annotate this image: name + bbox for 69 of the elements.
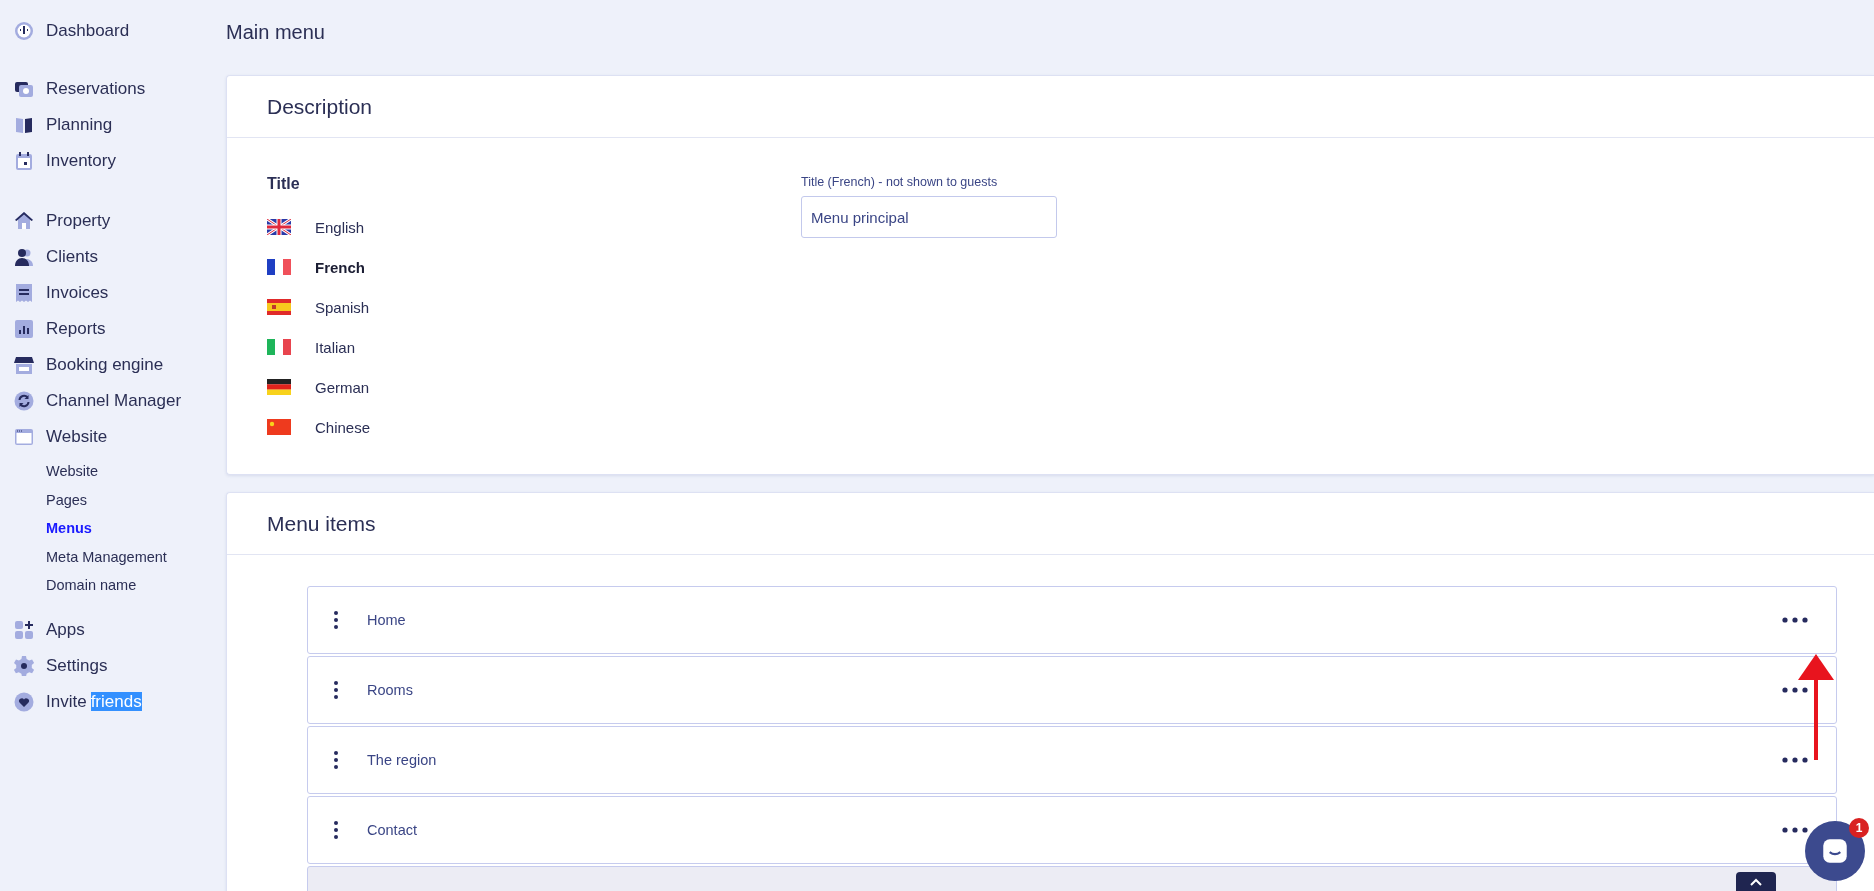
language-option[interactable]: German xyxy=(267,367,801,407)
submenu-item[interactable]: Website xyxy=(46,457,226,486)
language-option[interactable]: Italian xyxy=(267,327,801,367)
more-options-icon[interactable] xyxy=(1782,757,1808,763)
gear-icon xyxy=(14,655,34,676)
book-icon xyxy=(14,115,34,135)
submenu-item[interactable]: Pages xyxy=(46,485,226,514)
calendar-icon xyxy=(14,151,34,171)
sidebar-item[interactable]: Invoices xyxy=(14,275,226,311)
page-title: Main menu xyxy=(226,21,326,44)
sidebar-item[interactable]: Reservations xyxy=(14,71,226,107)
submenu-item[interactable]: Meta Management xyxy=(46,542,226,571)
language-option[interactable]: French xyxy=(267,247,801,287)
sidebar-item[interactable]: Property xyxy=(14,203,226,239)
china-flag-icon xyxy=(267,419,291,435)
title-input[interactable]: Menu principal xyxy=(801,196,1057,238)
sidebar-item[interactable]: Channel Manager xyxy=(14,383,226,419)
browser-icon xyxy=(14,427,34,447)
sidebar-item[interactable]: Planning xyxy=(14,107,226,143)
store-icon xyxy=(14,355,34,375)
receipt-icon xyxy=(14,283,34,303)
drag-handle-icon[interactable] xyxy=(333,750,339,770)
sidebar-item[interactable]: Booking engine xyxy=(14,347,226,383)
dashboard-icon xyxy=(14,21,34,41)
menu-item-row[interactable]: Rooms xyxy=(307,656,1837,724)
menu-item-label: Home xyxy=(367,612,407,628)
france-flag-icon xyxy=(267,259,291,275)
drag-handle-icon[interactable] xyxy=(333,820,339,840)
chart-icon xyxy=(14,319,34,339)
apps-icon xyxy=(14,619,34,640)
more-options-icon[interactable] xyxy=(1782,687,1808,693)
menu-item-label: The region xyxy=(367,752,438,768)
field-label: Title (French) - not shown to guests xyxy=(801,175,999,189)
people-icon xyxy=(14,247,34,267)
spain-flag-icon xyxy=(267,299,291,315)
drag-handle-icon[interactable] xyxy=(333,610,339,630)
title-label: Title xyxy=(267,175,301,194)
camera-icon xyxy=(14,79,34,99)
uk-flag-icon xyxy=(267,219,291,235)
submenu-item[interactable]: Menus xyxy=(46,514,226,543)
more-options-icon[interactable] xyxy=(1782,617,1808,623)
sync-icon xyxy=(14,391,34,411)
card-title: Description xyxy=(267,94,373,119)
menu-item-label: Contact xyxy=(367,822,418,838)
language-option[interactable]: Chinese xyxy=(267,407,801,447)
sidebar-item[interactable]: Settings xyxy=(14,647,226,684)
text-selection: friends xyxy=(90,691,142,711)
sidebar-item[interactable]: Invite friends xyxy=(14,683,226,720)
sidebar-item[interactable]: Reports xyxy=(14,311,226,347)
chevron-up-icon xyxy=(1750,878,1762,886)
sidebar-item[interactable]: Apps xyxy=(14,611,226,648)
submenu-item[interactable]: Domain name xyxy=(46,571,226,600)
sidebar-item[interactable]: Website xyxy=(14,419,226,455)
drag-handle-icon[interactable] xyxy=(333,680,339,700)
germany-flag-icon xyxy=(267,379,291,395)
menu-item-row[interactable]: Contact xyxy=(307,796,1837,864)
italy-flag-icon xyxy=(267,339,291,355)
scroll-top-button[interactable] xyxy=(1736,872,1776,891)
language-option[interactable]: English xyxy=(267,207,801,247)
menu-item-label: Rooms xyxy=(367,682,414,698)
house-icon xyxy=(14,211,34,231)
card-title: Menu items xyxy=(267,511,376,536)
more-options-icon[interactable] xyxy=(1782,827,1808,833)
sidebar-item[interactable]: Inventory xyxy=(14,143,226,179)
sidebar-item[interactable]: Clients xyxy=(14,239,226,275)
sidebar-item[interactable]: Dashboard xyxy=(14,13,226,49)
language-option[interactable]: Spanish xyxy=(267,287,801,327)
menu-item-row[interactable]: The region xyxy=(307,726,1837,794)
menu-item-row[interactable]: Home xyxy=(307,586,1837,654)
